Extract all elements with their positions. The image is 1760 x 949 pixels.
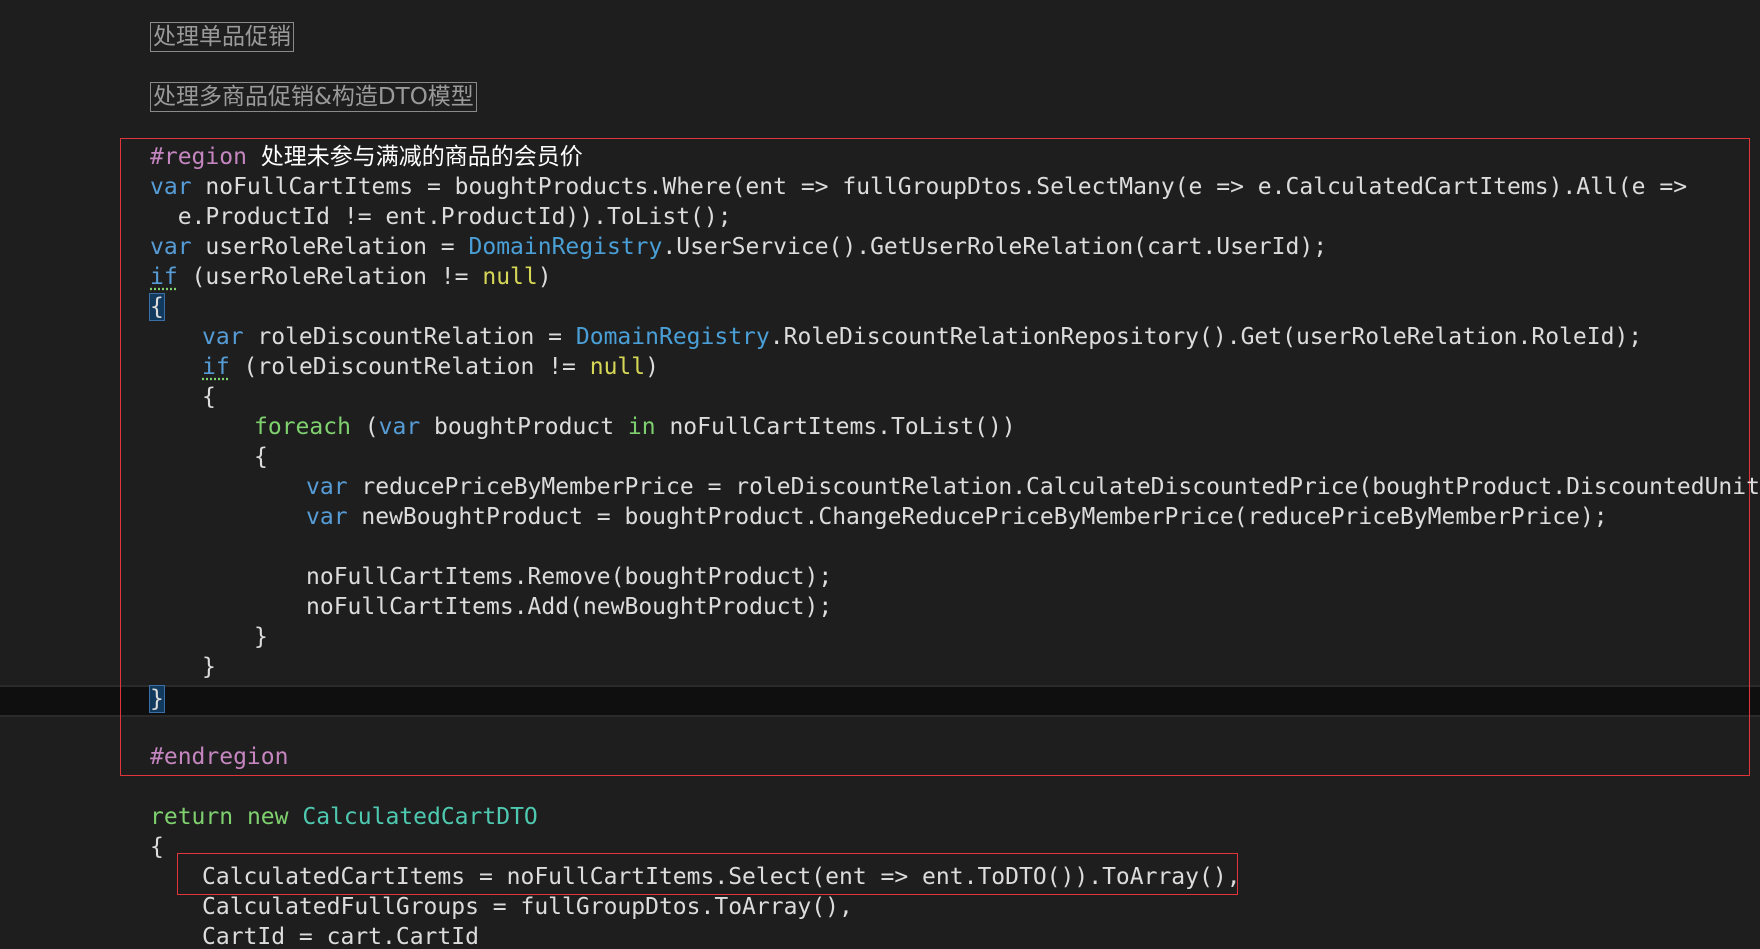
code-line-15: } bbox=[254, 622, 268, 652]
code-text: userRoleRelation = bbox=[191, 234, 469, 260]
code-line-6: var roleDiscountRelation = DomainRegistr… bbox=[202, 322, 1642, 352]
code-line-5: { bbox=[149, 292, 165, 322]
code-text: noFullCartItems.Remove(boughtProduct); bbox=[306, 564, 833, 590]
type-name: DomainRegistry bbox=[575, 324, 770, 350]
code-line-10: { bbox=[254, 442, 268, 472]
code-text: ) bbox=[537, 264, 552, 290]
code-line-1: var noFullCartItems = boughtProducts.Whe… bbox=[150, 172, 1687, 202]
code-line-12: var newBoughtProduct = boughtProduct.Cha… bbox=[306, 502, 1608, 532]
code-text: roleDiscountRelation = bbox=[243, 324, 576, 350]
keyword-var: var bbox=[150, 234, 192, 260]
code-line-4: if (userRoleRelation != null) bbox=[150, 262, 552, 292]
keyword-if: if bbox=[202, 354, 230, 380]
matched-brace: { bbox=[149, 293, 165, 321]
code-text: CalculatedCartItems = noFullCartItems.Se… bbox=[202, 864, 1241, 890]
code-text: { bbox=[202, 384, 216, 410]
code-line-14: noFullCartItems.Add(newBoughtProduct); bbox=[306, 592, 832, 622]
keyword-var: var bbox=[150, 174, 192, 200]
code-text: } bbox=[254, 624, 268, 650]
code-line-9: foreach (var boughtProduct in noFullCart… bbox=[254, 412, 1016, 442]
return-line: return new CalculatedCartDTO bbox=[150, 802, 538, 832]
code-line-13: noFullCartItems.Remove(boughtProduct); bbox=[306, 562, 832, 592]
keyword-return: return bbox=[150, 804, 234, 830]
keyword-var: var bbox=[378, 414, 421, 440]
code-text: newBoughtProduct = boughtProduct.ChangeR… bbox=[347, 504, 1608, 530]
code-text: noFullCartItems.ToList()) bbox=[655, 414, 1016, 440]
initializer-line-2: CalculatedFullGroups = fullGroupDtos.ToA… bbox=[202, 892, 853, 922]
keyword-new: new bbox=[246, 804, 289, 830]
initializer-line-1: CalculatedCartItems = noFullCartItems.Se… bbox=[202, 862, 1241, 892]
code-line-11: var reducePriceByMemberPrice = roleDisco… bbox=[306, 472, 1760, 502]
keyword-in: in bbox=[627, 414, 656, 440]
collapsed-region-single-promo[interactable]: 处理单品促销 bbox=[150, 22, 294, 52]
initializer-line-3: CartId = cart.CartId bbox=[202, 922, 479, 949]
code-line-16: } bbox=[202, 652, 216, 682]
code-line-17: } bbox=[149, 684, 165, 714]
region-title: 处理未参与满减的商品的会员价 bbox=[260, 144, 583, 170]
code-text: noFullCartItems = boughtProducts.Where(e… bbox=[191, 174, 1688, 200]
keyword-var: var bbox=[202, 324, 244, 350]
region-directive: #region bbox=[150, 144, 247, 170]
code-text: (roleDiscountRelation != bbox=[229, 354, 590, 380]
type-name: CalculatedCartDTO bbox=[302, 804, 538, 830]
initializer-open-brace: { bbox=[150, 832, 164, 862]
code-text: CalculatedFullGroups = fullGroupDtos.ToA… bbox=[202, 894, 853, 920]
code-text: (userRoleRelation != bbox=[177, 264, 483, 290]
keyword-null: null bbox=[589, 354, 646, 380]
code-editor[interactable]: 处理单品促销 处理多商品促销&构造DTO模型 #region 处理未参与满减的商… bbox=[0, 0, 1760, 949]
code-text: .UserService().GetUserRoleRelation(cart.… bbox=[662, 234, 1328, 260]
code-line-7: if (roleDiscountRelation != null) bbox=[202, 352, 659, 382]
endregion-directive: #endregion bbox=[150, 744, 289, 770]
matched-brace: } bbox=[149, 685, 165, 713]
keyword-var: var bbox=[306, 474, 348, 500]
code-text: reducePriceByMemberPrice = roleDiscountR… bbox=[347, 474, 1760, 500]
code-text: e.ProductId != ent.ProductId)).ToList(); bbox=[150, 204, 732, 230]
code-text: .RoleDiscountRelationRepository().Get(us… bbox=[769, 324, 1643, 350]
code-line-8: { bbox=[202, 382, 216, 412]
code-text: ) bbox=[645, 354, 659, 380]
code-text: { bbox=[254, 444, 268, 470]
keyword-if: if bbox=[150, 264, 178, 290]
code-line-3: var userRoleRelation = DomainRegistry.Us… bbox=[150, 232, 1327, 262]
code-text: CartId = cart.CartId bbox=[202, 924, 479, 949]
type-name: DomainRegistry bbox=[468, 234, 663, 260]
region-end-line: #endregion bbox=[150, 742, 288, 772]
code-text: ( bbox=[350, 414, 379, 440]
code-text: } bbox=[202, 654, 216, 680]
collapsed-region-multi-promo[interactable]: 处理多商品促销&构造DTO模型 bbox=[150, 82, 477, 112]
region-start-line: #region 处理未参与满减的商品的会员价 bbox=[150, 142, 583, 172]
keyword-foreach: foreach bbox=[254, 414, 351, 440]
code-text: boughtProduct bbox=[420, 414, 628, 440]
code-text: { bbox=[150, 834, 164, 860]
keyword-null: null bbox=[482, 264, 538, 290]
keyword-var: var bbox=[306, 504, 348, 530]
code-text: noFullCartItems.Add(newBoughtProduct); bbox=[306, 594, 833, 620]
code-line-2: e.ProductId != ent.ProductId)).ToList(); bbox=[150, 202, 732, 232]
